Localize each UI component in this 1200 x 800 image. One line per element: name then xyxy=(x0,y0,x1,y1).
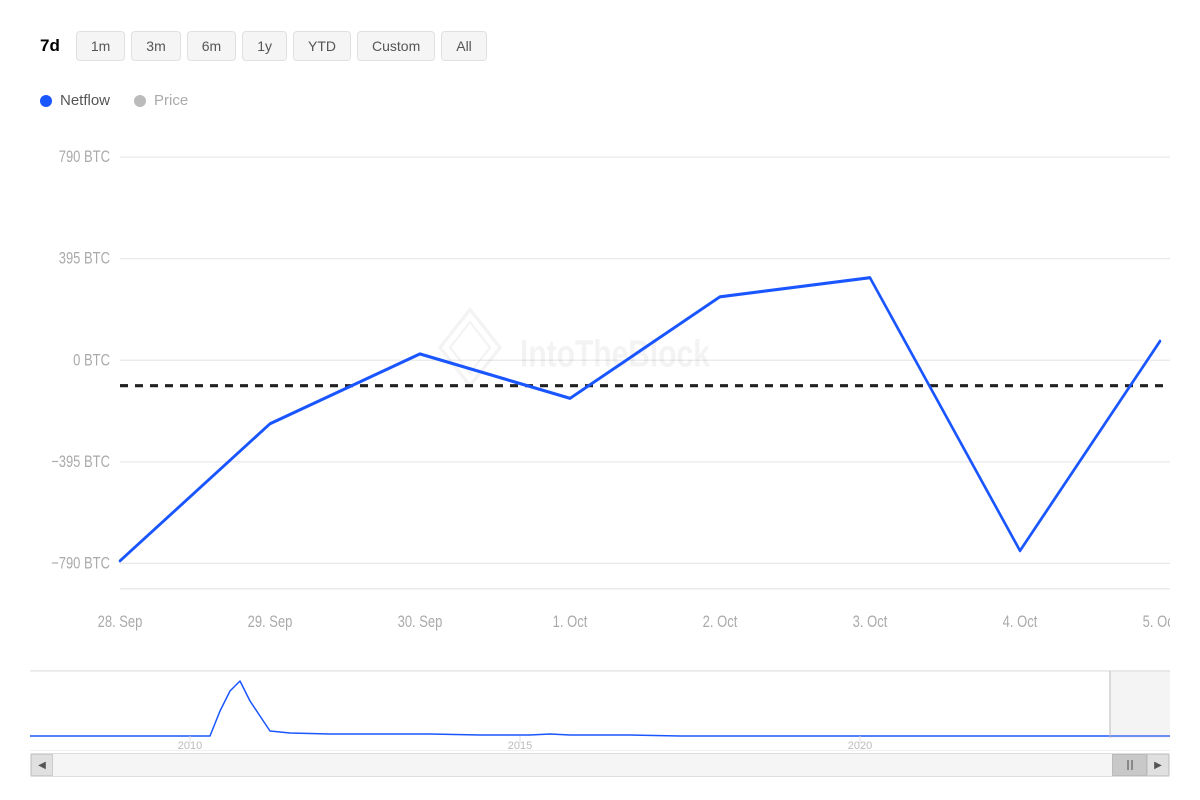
main-chart[interactable]: 790 BTC 395 BTC 0 BTC −395 BTC −790 BTC … xyxy=(30,119,1170,665)
scroll-thumb[interactable] xyxy=(1112,754,1147,776)
mini-chart-container: 2010 2015 2020 ◀ xyxy=(30,670,1170,780)
svg-text:395 BTC: 395 BTC xyxy=(59,250,111,268)
mini-chart-svg: 2010 2015 2020 xyxy=(30,671,1170,751)
chart-wrapper: 790 BTC 395 BTC 0 BTC −395 BTC −790 BTC … xyxy=(30,119,1170,780)
time-range-selector: 7d 1m 3m 6m 1y YTD Custom All xyxy=(30,20,1170,72)
time-btn-1y[interactable]: 1y xyxy=(242,31,287,61)
time-btn-1m[interactable]: 1m xyxy=(76,31,125,61)
price-dot xyxy=(134,95,146,107)
scroll-track[interactable] xyxy=(53,754,1147,776)
time-btn-6m[interactable]: 6m xyxy=(187,31,236,61)
chart-legend: Netflow Price xyxy=(30,92,1170,109)
grip-line-1 xyxy=(1127,760,1129,770)
netflow-line xyxy=(120,278,1160,561)
svg-text:3. Oct: 3. Oct xyxy=(853,614,888,632)
main-chart-svg: 790 BTC 395 BTC 0 BTC −395 BTC −790 BTC … xyxy=(30,119,1170,665)
scroll-thumb-grip xyxy=(1127,760,1133,770)
svg-text:29. Sep: 29. Sep xyxy=(248,614,293,632)
time-btn-custom[interactable]: Custom xyxy=(357,31,435,61)
svg-text:1. Oct: 1. Oct xyxy=(553,614,588,632)
scrollbar[interactable]: ◀ ▶ xyxy=(30,753,1170,777)
svg-text:28. Sep: 28. Sep xyxy=(98,614,143,632)
netflow-label: Netflow xyxy=(60,92,110,109)
svg-text:4. Oct: 4. Oct xyxy=(1003,614,1038,632)
time-btn-3m[interactable]: 3m xyxy=(131,31,180,61)
watermark: IntoTheBlock xyxy=(440,309,711,385)
scroll-left-arrow[interactable]: ◀ xyxy=(31,754,53,776)
netflow-dot xyxy=(40,95,52,107)
svg-text:0 BTC: 0 BTC xyxy=(73,352,110,370)
time-btn-7d[interactable]: 7d xyxy=(30,30,70,62)
legend-netflow[interactable]: Netflow xyxy=(40,92,110,109)
legend-price[interactable]: Price xyxy=(134,92,188,109)
svg-text:30. Sep: 30. Sep xyxy=(398,614,443,632)
svg-text:−395 BTC: −395 BTC xyxy=(51,454,110,472)
price-label: Price xyxy=(154,92,188,109)
time-btn-all[interactable]: All xyxy=(441,31,487,61)
svg-text:5. Oct: 5. Oct xyxy=(1143,614,1170,632)
time-btn-ytd[interactable]: YTD xyxy=(293,31,351,61)
scroll-right-arrow[interactable]: ▶ xyxy=(1147,754,1169,776)
svg-text:790 BTC: 790 BTC xyxy=(59,149,111,167)
svg-text:2. Oct: 2. Oct xyxy=(703,614,738,632)
svg-text:−790 BTC: −790 BTC xyxy=(51,555,110,573)
grip-line-2 xyxy=(1131,760,1133,770)
